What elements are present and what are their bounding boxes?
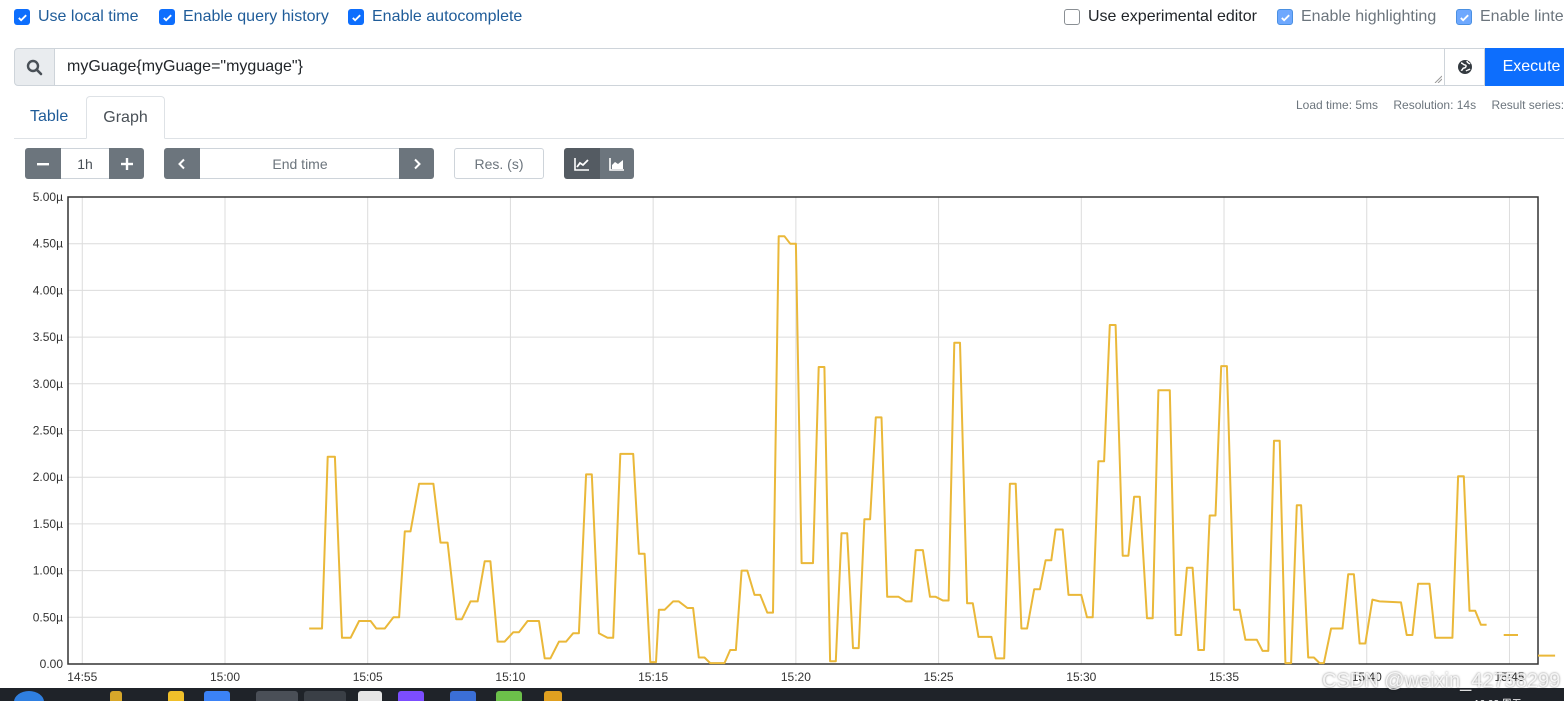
expression-text: myGuage{myGuage="myguage"} — [67, 58, 303, 75]
resolution-control: Res. (s) — [454, 148, 544, 179]
y-tick-label: 4.00µ — [33, 283, 63, 297]
plus-icon — [120, 157, 133, 170]
taskbar-app-icon[interactable] — [398, 691, 424, 701]
autocomplete-label: Enable autocomplete — [372, 8, 523, 25]
query-bar: myGuage{myGuage="myguage"} Execute — [14, 48, 1564, 86]
tab-graph[interactable]: Graph — [86, 96, 165, 139]
line-chart-button[interactable] — [564, 148, 600, 179]
y-tick-label: 4.50µ — [33, 237, 63, 251]
x-tick-label: 15:15 — [638, 670, 668, 684]
experimental-editor-label: Use experimental editor — [1088, 8, 1257, 25]
increase-range-button[interactable] — [109, 148, 144, 179]
expression-input[interactable]: myGuage{myGuage="myguage"} — [55, 48, 1445, 86]
tab-table[interactable]: Table — [14, 96, 84, 138]
use-local-time-checkbox[interactable] — [14, 9, 30, 25]
x-tick-label: 15:00 — [210, 670, 240, 684]
resolution-input[interactable]: Res. (s) — [454, 148, 544, 179]
metrics-explorer-button[interactable] — [1445, 48, 1485, 86]
taskbar-app-icon[interactable] — [450, 691, 476, 701]
x-tick-label: 14:55 — [67, 670, 97, 684]
taskbar-app-icon[interactable] — [110, 691, 122, 701]
linter-option[interactable]: Enable linte — [1456, 8, 1564, 26]
highlighting-checkbox[interactable] — [1277, 9, 1293, 25]
stacked-chart-button[interactable] — [600, 148, 634, 179]
linter-checkbox[interactable] — [1456, 9, 1472, 25]
minus-icon — [37, 162, 49, 165]
experimental-editor-checkbox[interactable] — [1064, 9, 1080, 25]
taskbar-clock: 16:03 周五 — [1474, 699, 1522, 710]
taskbar-app-icon[interactable] — [496, 691, 522, 701]
decrease-range-button[interactable] — [25, 148, 61, 179]
x-tick-label: 15:05 — [353, 670, 383, 684]
taskbar-app-icon[interactable] — [304, 691, 346, 701]
query-stats: Load time: 5ms Resolution: 14s Result se… — [1296, 98, 1564, 112]
taskbar-app-icon[interactable] — [168, 691, 184, 701]
y-tick-label: 0.00 — [40, 657, 64, 671]
y-tick-label: 1.50µ — [33, 517, 63, 531]
resize-handle-icon[interactable] — [1434, 75, 1442, 83]
result-series: Result series: 1 — [1491, 98, 1564, 112]
range-control: 1h — [25, 148, 144, 179]
linter-label: Enable linte — [1480, 8, 1564, 25]
globe-icon — [1457, 60, 1472, 74]
chevron-left-icon — [178, 158, 185, 169]
x-tick-label: 15:25 — [924, 670, 954, 684]
experimental-editor-option[interactable]: Use experimental editor — [1064, 8, 1257, 26]
search-icon — [14, 48, 55, 86]
area-chart-icon — [609, 157, 624, 171]
chart-type-toggle — [564, 148, 634, 179]
previous-time-button[interactable] — [164, 148, 200, 179]
query-history-checkbox[interactable] — [159, 9, 175, 25]
taskbar-app-icon[interactable] — [544, 691, 562, 701]
x-tick-label: 15:30 — [1066, 670, 1096, 684]
settings-bar: Use local time Enable query history Enab… — [14, 8, 1564, 32]
y-tick-label: 3.50µ — [33, 330, 63, 344]
query-history-label: Enable query history — [183, 8, 329, 25]
end-time-control: End time — [164, 148, 434, 179]
y-tick-label: 0.50µ — [33, 610, 63, 624]
taskbar-app-icon[interactable] — [256, 691, 298, 701]
y-tick-label: 2.50µ — [33, 424, 63, 438]
use-local-time-label: Use local time — [38, 8, 139, 25]
query-history-option[interactable]: Enable query history — [159, 8, 329, 26]
y-tick-label: 2.00µ — [33, 470, 63, 484]
end-time-input[interactable]: End time — [200, 148, 400, 179]
y-tick-label: 5.00µ — [33, 190, 63, 204]
execute-button[interactable]: Execute — [1485, 48, 1564, 86]
chevron-right-icon — [413, 158, 421, 169]
graph-chart: 0.00 0.50µ 1.00µ 1.50µ 2.00µ 2.50µ 3.00µ 3.50µ 4… — [33, 190, 1556, 684]
x-tick-label: 15:35 — [1209, 670, 1239, 684]
watermark: CSDN @weixin_42758299 — [1322, 670, 1561, 692]
range-input[interactable]: 1h — [61, 148, 109, 179]
y-tick-label: 3.00µ — [33, 377, 63, 391]
start-icon[interactable] — [14, 691, 44, 701]
autocomplete-option[interactable]: Enable autocomplete — [348, 8, 522, 26]
line-chart-icon — [574, 157, 589, 171]
autocomplete-checkbox[interactable] — [348, 9, 364, 25]
next-time-button[interactable] — [399, 148, 434, 179]
highlighting-label: Enable highlighting — [1301, 8, 1437, 25]
highlighting-option[interactable]: Enable highlighting — [1277, 8, 1436, 26]
resolution: Resolution: 14s — [1393, 98, 1477, 112]
use-local-time-option[interactable]: Use local time — [14, 8, 138, 26]
taskbar-app-icon[interactable] — [204, 691, 230, 701]
load-time: Load time: 5ms — [1296, 98, 1379, 112]
x-tick-label: 15:10 — [495, 670, 525, 684]
taskbar-app-icon[interactable] — [358, 691, 382, 701]
x-tick-label: 15:20 — [781, 670, 811, 684]
y-tick-label: 1.00µ — [33, 564, 63, 578]
